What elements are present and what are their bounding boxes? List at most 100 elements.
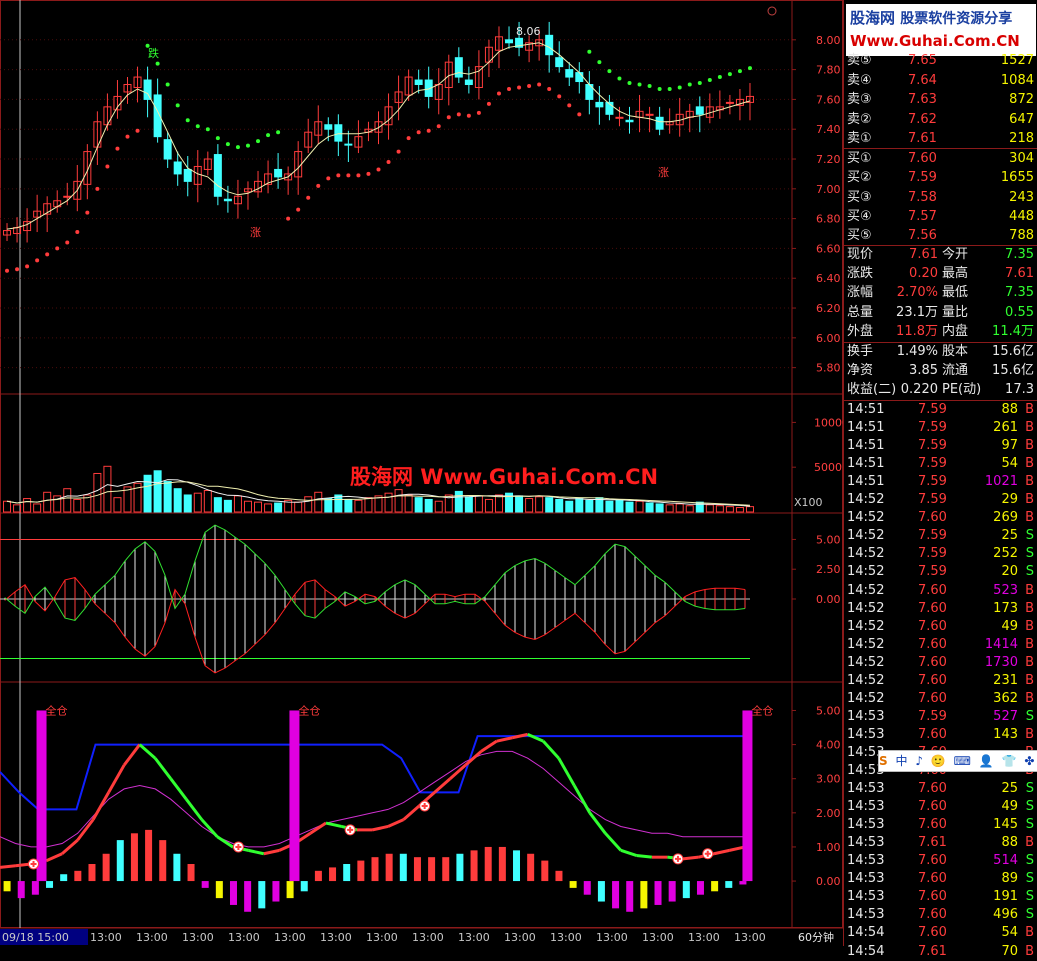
tick-row: 14:53 7.59 527 S	[844, 708, 1037, 726]
volume-bar	[515, 495, 524, 513]
tick-price: 7.59	[918, 492, 947, 508]
stat-label: 总量	[847, 304, 874, 320]
signal-histogram-bar	[725, 881, 733, 888]
buy-row: 买① 7.60 304	[844, 150, 1037, 168]
tick-side: B	[1025, 690, 1034, 706]
logo-tagline: 股票软件资源分享	[900, 11, 1013, 27]
tick-side: B	[1025, 456, 1034, 472]
stat-value: 7.61	[909, 247, 938, 262]
ime-settings-icon[interactable]: ✤	[1024, 754, 1034, 768]
volume-bar	[33, 503, 42, 513]
volume-bar	[735, 507, 744, 513]
tick-volume: 29	[1001, 492, 1018, 508]
tick-row: 14:53 7.61 88 B	[844, 834, 1037, 852]
volume-bar	[675, 503, 684, 513]
signal-bar	[36, 710, 47, 882]
price-sar-dot	[35, 258, 40, 263]
x-axis-label: 13:00	[596, 931, 628, 944]
sell-row: 卖⑤ 7.65 1527	[844, 52, 1037, 70]
signal-histogram-bar	[654, 881, 662, 905]
buy-price: 7.56	[908, 228, 937, 244]
buy-row: 买② 7.59 1655	[844, 169, 1037, 187]
tick-time: 14:51	[847, 402, 885, 417]
volume-bar	[565, 500, 574, 513]
volume-bar	[354, 499, 363, 513]
price-sar-dot	[266, 133, 271, 138]
volume-bar	[304, 496, 313, 513]
volume-bar	[404, 494, 413, 513]
ime-user-icon[interactable]: 👤	[979, 754, 994, 768]
price-sar-dot	[557, 94, 562, 99]
tick-price: 7.60	[918, 799, 947, 815]
tick-price: 7.60	[918, 510, 947, 526]
price-candle	[545, 34, 554, 56]
ime-zhong-icon[interactable]: 中	[895, 754, 907, 768]
tick-price: 7.60	[918, 907, 947, 923]
signal-main-line	[604, 832, 622, 852]
ime-s-icon[interactable]: S	[879, 754, 888, 768]
signal-main-line	[620, 848, 637, 857]
signal-histogram-bar	[612, 881, 620, 909]
price-sar-dot	[617, 76, 622, 81]
signal-tick-label: 1.00	[816, 841, 841, 854]
ime-keyboard-icon[interactable]: ⌨	[954, 754, 971, 768]
info-value: 15.6亿	[992, 362, 1034, 378]
signal-histogram-bar	[130, 833, 138, 882]
price-sar-dot	[135, 128, 140, 133]
tick-volume: 20	[1001, 564, 1018, 580]
tick-price: 7.59	[918, 402, 947, 417]
stat-value: 2.70%	[896, 285, 938, 301]
info-row: 净资 3.85 流通 15.6亿	[844, 362, 1037, 380]
signal-histogram-bar	[626, 881, 634, 912]
sell-price: 7.65	[908, 53, 937, 68]
tick-time: 14:51	[847, 438, 885, 454]
buy-price: 7.57	[908, 208, 937, 224]
signal-histogram-bar	[116, 840, 124, 882]
volume-bar	[23, 498, 32, 513]
price-tick-label: 8.00	[816, 34, 841, 47]
signal-histogram-bar	[329, 867, 337, 882]
price-sar-dot	[276, 130, 281, 135]
price-candle	[163, 139, 172, 160]
price-candle	[595, 101, 604, 108]
signal-histogram-bar	[498, 846, 506, 882]
tick-volume: 527	[993, 708, 1018, 724]
signal-histogram-bar	[470, 850, 478, 882]
tick-row: 14:51 7.59 1021 B	[844, 473, 1037, 491]
sell-volume: 1527	[1000, 53, 1034, 68]
volume-tick-label: 5000	[814, 461, 842, 474]
tick-volume: 269	[993, 510, 1018, 526]
tick-price: 7.60	[918, 600, 947, 616]
price-candle	[615, 116, 624, 119]
tick-row: 14:52 7.59 29 B	[844, 491, 1037, 509]
sell-row: 卖③ 7.63 872	[844, 91, 1037, 109]
price-tick-label: 7.80	[816, 64, 841, 77]
price-tick-label: 7.60	[816, 93, 841, 106]
volume-bar	[324, 498, 333, 513]
ime-toolbar[interactable]: S 中 ♪ 🙂 ⌨ 👤 👕 ✤	[878, 750, 1037, 772]
tick-price: 7.60	[918, 690, 947, 706]
tick-time: 14:53	[847, 889, 885, 905]
osc-tick-label: 2.50	[816, 563, 841, 576]
volume-bar	[364, 497, 373, 513]
price-sar-dot	[316, 183, 321, 188]
signal-histogram-bar	[88, 864, 96, 882]
info-label: 收益(二)	[847, 381, 897, 397]
volume-bar	[43, 491, 52, 513]
stat-value: 7.61	[1005, 266, 1034, 282]
volume-bar	[535, 496, 544, 513]
price-sar-dot	[346, 173, 351, 178]
price-tick-label: 5.80	[816, 362, 841, 375]
tick-price: 7.61	[918, 943, 947, 959]
buy-volume: 448	[1009, 208, 1034, 224]
price-sar-dot	[65, 240, 70, 245]
ime-skin-icon[interactable]: 👕	[1002, 754, 1017, 768]
tick-time: 14:54	[847, 943, 885, 959]
buy-volume: 788	[1009, 228, 1034, 244]
ime-emoji-icon[interactable]: 🙂	[931, 754, 946, 768]
price-sar-dot	[406, 136, 411, 141]
buy-row: 买③ 7.58 243	[844, 189, 1037, 207]
price-sar-dot	[215, 136, 220, 141]
tick-row: 14:52 7.59 25 S	[844, 527, 1037, 545]
ime-sound-icon[interactable]: ♪	[915, 754, 923, 768]
